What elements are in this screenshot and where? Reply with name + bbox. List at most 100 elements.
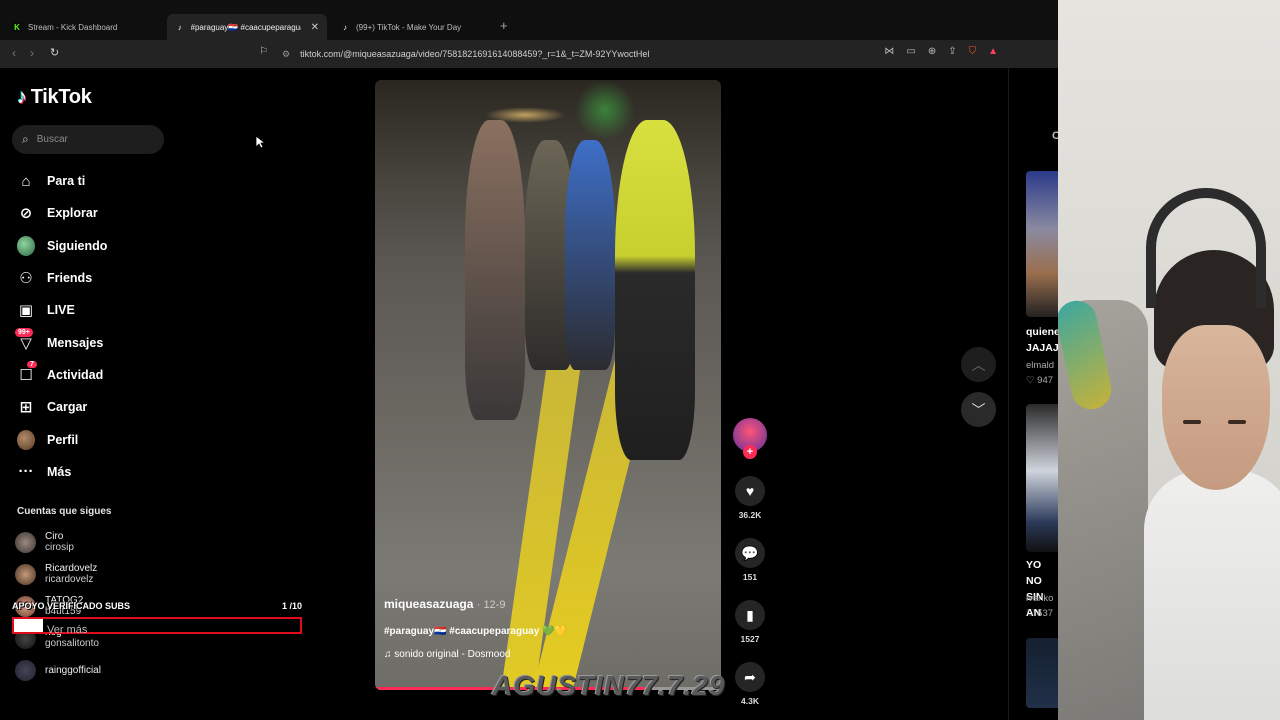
brave-rewards-icon[interactable]: ▲ <box>988 46 998 57</box>
share-icon[interactable]: ⇪ <box>948 46 956 57</box>
toolbar-icons: ⋈ ▭ ⊕ ⇪ ⛉ ▲ <box>884 46 998 57</box>
next-video-button[interactable]: ﹀ <box>961 392 996 427</box>
compass-icon: ⊘ <box>19 205 33 223</box>
author-avatar[interactable]: + <box>733 418 767 459</box>
more-icon: ··· <box>18 463 34 481</box>
screen: K Stream - Kick Dashboard ♪ #paraguay🇵🇾 … <box>0 0 1280 720</box>
reload-icon[interactable]: ↻ <box>50 46 59 59</box>
nav-label: Actividad <box>47 367 104 382</box>
nav-label: Más <box>47 464 72 479</box>
likes-count: 947 <box>1037 375 1054 386</box>
close-icon[interactable]: ✕ <box>311 22 319 33</box>
related-video-user[interactable]: ivanko <box>1026 593 1053 604</box>
nav-friends[interactable]: ⚇ Friends <box>17 262 217 294</box>
brave-shield-icon[interactable]: ⛉ <box>969 46 977 57</box>
account-user: ricardovelz <box>45 574 94 585</box>
bookmark-icon[interactable]: ▮ <box>735 600 765 630</box>
nav-live[interactable]: ▣ LIVE <box>17 294 217 326</box>
nav-label: Cargar <box>47 400 88 415</box>
subs-goal-label: APOYO VERIFICADO SUBS <box>12 601 131 611</box>
nav-mas[interactable]: ··· Más <box>17 456 217 488</box>
nav-siguiendo[interactable]: Siguiendo <box>17 230 217 262</box>
url-text: tiktok.com/@miqueasazuaga/video/75818216… <box>300 49 650 59</box>
avatar <box>15 531 36 553</box>
comment-action[interactable]: 💬 151 <box>731 538 769 582</box>
tiktok-icon: ♪ <box>343 22 347 32</box>
related-video-likes: ♡ 537 <box>1026 608 1054 619</box>
nav-actividad[interactable]: ☐ 7 Actividad <box>17 359 217 391</box>
save-count: 1527 <box>740 634 760 644</box>
new-tab-button[interactable]: + <box>500 18 508 33</box>
back-icon[interactable]: ‹ <box>12 46 16 60</box>
related-video-title[interactable]: quiene JAJAJ <box>1026 324 1060 356</box>
tab-tiktok-home[interactable]: ♪ (99+) TikTok - Make Your Day <box>332 14 492 40</box>
comment-count: 151 <box>742 572 758 582</box>
search-box[interactable]: ⌕ <box>12 125 164 154</box>
nav-para-ti[interactable]: ⌂ Para ti <box>17 165 217 197</box>
video-author[interactable]: miqueasazuaga · 12-9 <box>384 597 567 611</box>
home-icon: ⌂ <box>21 172 31 190</box>
webcam-person <box>1183 420 1201 424</box>
see-more-link[interactable]: Ver más <box>47 624 87 636</box>
streamer-watermark: AGUSTIN77.7.29 <box>492 670 726 701</box>
subs-goal-overlay: APOYO VERIFICADO SUBS 1 /10 <box>12 601 302 615</box>
comment-icon[interactable]: 💬 <box>735 538 765 568</box>
zoom-icon[interactable]: ⊕ <box>928 46 936 57</box>
tab-kick-dashboard[interactable]: K Stream - Kick Dashboard <box>4 14 169 40</box>
video-hashtags[interactable]: #paraguay🇵🇾 #caacupeparaguay 💚💛 <box>384 626 567 637</box>
video-player[interactable]: miqueasazuaga · 12-9 #paraguay🇵🇾 #caacup… <box>375 80 721 690</box>
share-arrow-icon[interactable]: ➦ <box>735 662 765 692</box>
webcam-person <box>1228 420 1246 424</box>
tiktok-logo[interactable]: ♪ TikTok <box>17 86 92 109</box>
search-input[interactable] <box>36 134 147 145</box>
mouse-cursor-icon <box>255 135 265 149</box>
webcam-feed <box>1058 0 1280 720</box>
sidebar-nav: ⌂ Para ti ⊘ Explorar Siguiendo ⚇ Friends… <box>15 165 217 488</box>
nav-label: Mensajes <box>47 335 104 350</box>
nav-explorar[interactable]: ⊘ Explorar <box>17 197 217 229</box>
tab-label: Stream - Kick Dashboard <box>28 22 118 32</box>
subs-goal-fill <box>14 619 43 632</box>
avatar <box>15 563 36 585</box>
follow-plus-icon[interactable]: + <box>743 445 757 459</box>
nav-perfil[interactable]: Perfil <box>17 423 217 455</box>
video-frame-figure <box>615 120 695 460</box>
following-avatar-icon <box>17 235 35 256</box>
avatar <box>15 659 36 681</box>
previous-video-button[interactable]: ︿ <box>961 347 996 382</box>
search-icon: ⌕ <box>22 132 29 146</box>
nav-cargar[interactable]: ⊞ Cargar <box>17 391 217 423</box>
media-icon[interactable]: ⋈ <box>884 46 894 57</box>
share-action[interactable]: ➦ 4.3K <box>731 662 769 706</box>
account-name: Ricardovelz <box>45 563 98 574</box>
webcam-person <box>1162 325 1270 490</box>
friends-icon: ⚇ <box>19 270 33 288</box>
video-sound[interactable]: ♫ sonido original - Dosmood <box>384 649 567 660</box>
related-video-user[interactable]: elmald <box>1026 360 1054 371</box>
webcam-headset <box>1146 188 1266 308</box>
nav-label: LIVE <box>47 303 75 318</box>
cast-icon[interactable]: ▭ <box>906 46 915 57</box>
following-accounts-title: Cuentas que sigues <box>17 506 112 517</box>
address-bar: ‹ › ↻ ⚐ ⚙ tiktok.com/@miqueasazuaga/vide… <box>0 40 1058 68</box>
heart-icon[interactable]: ♥ <box>735 476 765 506</box>
bookmark-icon[interactable]: ⚐ <box>259 46 268 57</box>
chevron-down-icon: ﹀ <box>971 401 986 418</box>
title-line: quiene <box>1026 326 1060 338</box>
site-info-icon[interactable]: ⚙ <box>282 49 290 60</box>
browser-tab-bar: K Stream - Kick Dashboard ♪ #paraguay🇵🇾 … <box>0 0 1058 40</box>
forward-icon[interactable]: › <box>30 46 34 60</box>
video-frame-figure <box>465 120 525 420</box>
messages-icon: ▽ 99+ <box>15 327 35 352</box>
account-item[interactable]: Ricardovelz ricardovelz <box>15 558 101 590</box>
profile-avatar-icon <box>17 429 35 450</box>
account-item[interactable]: rainggofficial <box>15 654 101 686</box>
save-action[interactable]: ▮ 1527 <box>731 600 769 644</box>
like-action[interactable]: ♥ 36.2K <box>731 476 769 520</box>
account-item[interactable]: Ciro cirosip <box>15 526 101 558</box>
account-name: rainggofficial <box>45 664 101 676</box>
nav-mensajes[interactable]: ▽ 99+ Mensajes <box>15 326 217 358</box>
like-count: 36.2K <box>738 510 762 520</box>
account-user: cirosip <box>45 542 74 553</box>
tab-tiktok-video[interactable]: ♪ #paraguay🇵🇾 #caacupeparaguay 💚 ✕ <box>167 14 327 40</box>
